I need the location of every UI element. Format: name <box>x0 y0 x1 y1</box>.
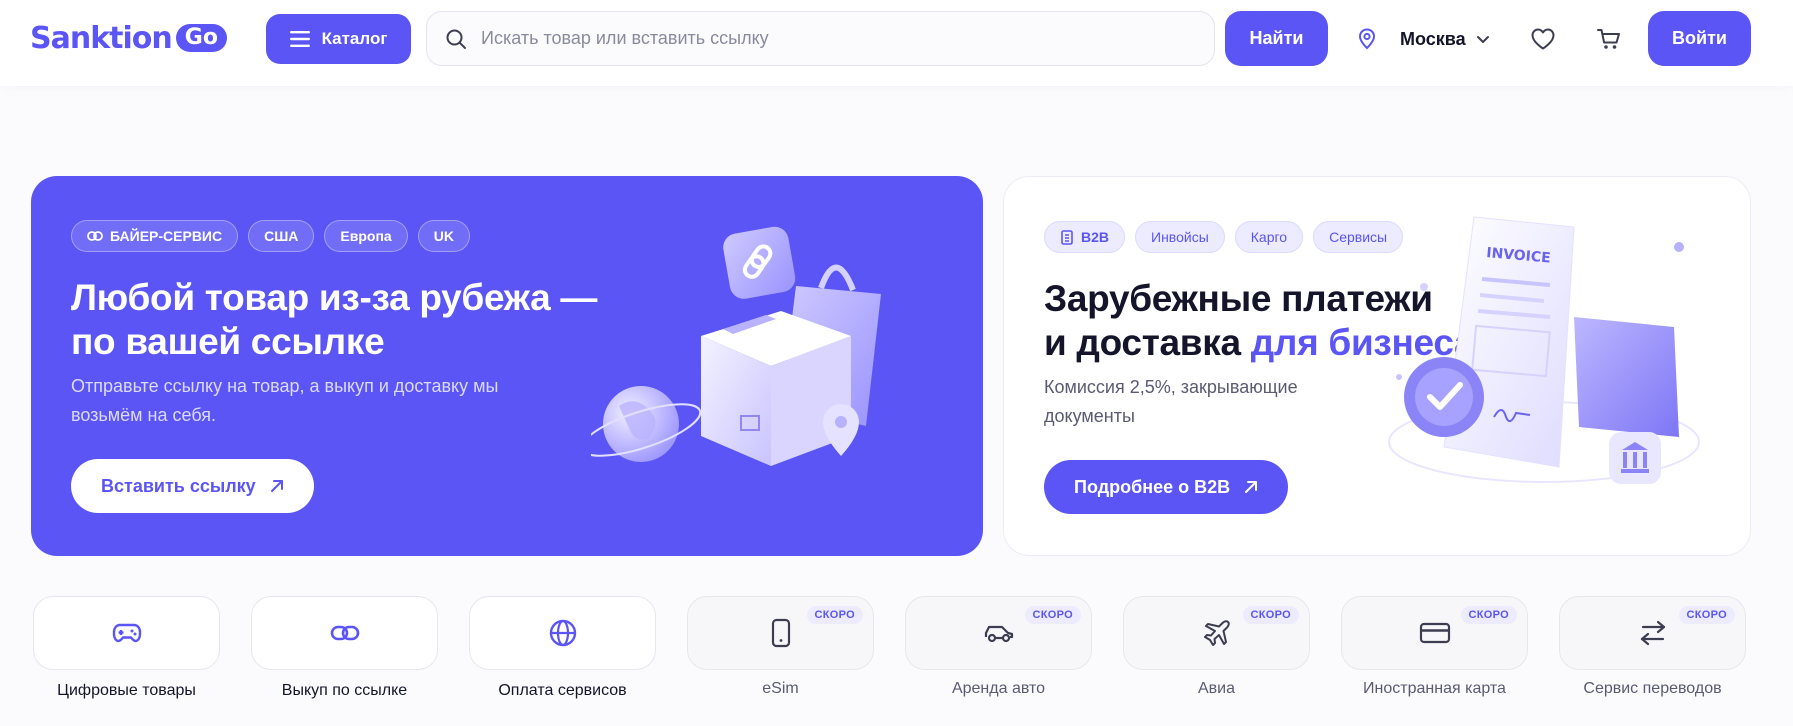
tile-label: Аренда авто <box>951 680 1046 697</box>
chip-b2b[interactable]: B2B <box>1044 221 1126 253</box>
link-icon <box>330 625 359 641</box>
service-foreign-card[interactable]: СКОРО Иностранная карта <box>1341 596 1528 698</box>
tile-label: Иностранная карта <box>1363 680 1506 697</box>
arrow-up-right-icon <box>1245 481 1258 493</box>
building-icon <box>1061 229 1073 245</box>
b2b-banner: B2B Инвойсы Карго Сервисы Зарубежные пла… <box>1003 176 1751 556</box>
chip-uk[interactable]: UK <box>417 220 470 252</box>
soon-badge: СКОРО <box>1024 606 1081 624</box>
service-avia[interactable]: СКОРО Авиа <box>1123 596 1310 698</box>
chip-invoices[interactable]: Инвойсы <box>1135 221 1225 253</box>
logo-text: Sanktion <box>30 20 173 56</box>
service-payment-services[interactable]: Оплата сервисов <box>469 596 656 700</box>
favorites-heart-icon[interactable] <box>1528 24 1558 54</box>
catalog-label: Каталог <box>321 29 388 48</box>
service-buy-by-link[interactable]: Выкуп по ссылке <box>251 596 438 700</box>
invoice-illustration: INVOICE <box>1388 216 1700 484</box>
chevron-down-icon <box>1476 36 1489 43</box>
card-icon <box>1419 622 1450 644</box>
chip-buyer-service[interactable]: БАЙЕР-СЕРВИС <box>71 220 239 252</box>
buyer-title: Любой товар из-за рубежа — по вашей ссыл… <box>71 277 598 362</box>
search-bar <box>426 11 1215 66</box>
package-illustration <box>591 226 881 466</box>
city-selector[interactable]: Москва <box>1358 22 1490 56</box>
tile-label: Сервис переводов <box>1583 680 1722 697</box>
login-button[interactable]: Войти <box>1648 11 1751 66</box>
service-esim[interactable]: СКОРО eSim <box>687 596 874 698</box>
find-button[interactable]: Найти <box>1225 11 1328 66</box>
plane-icon <box>1203 620 1230 646</box>
car-icon <box>984 625 1013 643</box>
catalog-button[interactable]: Каталог <box>266 14 411 64</box>
link-tile-icon <box>723 226 796 299</box>
service-digital-goods[interactable]: Цифровые товары <box>33 596 220 700</box>
location-pin-icon <box>1358 28 1376 50</box>
phone-icon <box>771 618 790 648</box>
globe-icon <box>549 619 576 647</box>
service-car-rental[interactable]: СКОРО Аренда авто <box>905 596 1092 698</box>
city-name: Москва <box>1400 28 1466 49</box>
menu-icon <box>289 31 310 47</box>
service-transfers[interactable]: СКОРО Сервис переводов <box>1559 596 1746 698</box>
paste-link-button[interactable]: Вставить ссылку <box>71 459 314 513</box>
gamepad-icon <box>112 623 141 643</box>
logo[interactable]: Sanktion Go <box>30 20 227 56</box>
soon-badge: СКОРО <box>1460 606 1517 624</box>
tile-label: eSim <box>762 680 799 697</box>
cart-icon[interactable] <box>1594 24 1624 54</box>
soon-badge: СКОРО <box>806 606 863 624</box>
tile-label: Цифровые товары <box>57 682 196 699</box>
link-icon <box>87 231 103 241</box>
b2b-subtitle: Комиссия 2,5%, закрывающие документы <box>1044 377 1298 426</box>
search-icon <box>446 29 466 49</box>
arrow-up-right-icon <box>270 480 283 492</box>
b2b-details-button[interactable]: Подробнее о B2B <box>1044 460 1289 514</box>
b2b-chips: B2B Инвойсы Карго Сервисы <box>1044 221 1404 253</box>
soon-badge: СКОРО <box>1242 606 1299 624</box>
soon-badge: СКОРО <box>1678 606 1735 624</box>
search-input[interactable] <box>481 28 1181 49</box>
chip-europe[interactable]: Европа <box>324 220 408 252</box>
buyer-chips: БАЙЕР-СЕРВИС США Европа UK <box>71 220 470 252</box>
buyer-subtitle: Отправьте ссылку на товар, а выкуп и дос… <box>71 376 499 425</box>
chip-cargo[interactable]: Карго <box>1234 221 1304 253</box>
chip-usa[interactable]: США <box>248 220 315 252</box>
logo-badge: Go <box>175 24 227 52</box>
tile-label: Оплата сервисов <box>498 682 627 699</box>
site-header: Sanktion Go Каталог Найти Москва Войти <box>0 0 1793 86</box>
transfer-icon <box>1640 620 1665 646</box>
tile-label: Выкуп по ссылке <box>281 682 408 699</box>
tile-label: Авиа <box>1197 680 1235 697</box>
buyer-service-banner: БАЙЕР-СЕРВИС США Европа UK Любой товар и… <box>31 176 983 556</box>
